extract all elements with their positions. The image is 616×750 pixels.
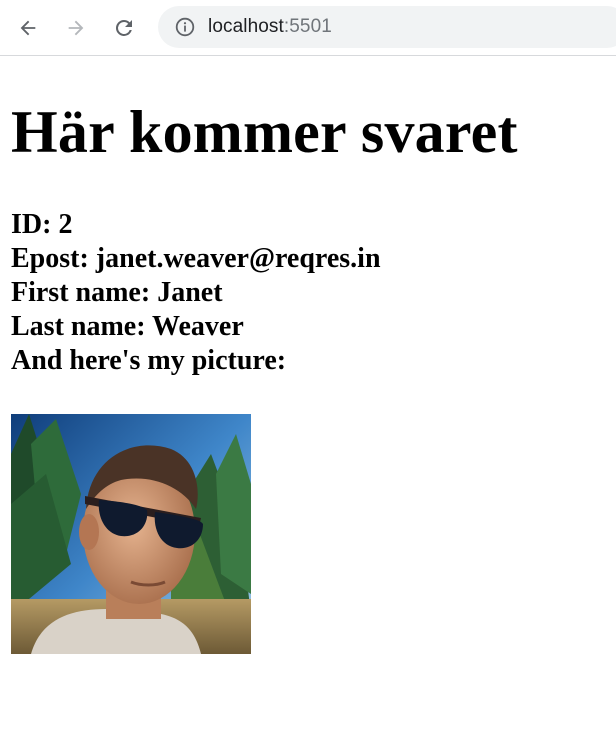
reload-icon [116,20,132,36]
email-value: janet.weaver@reqres.in [95,243,381,274]
last-name-row: Last name: Weaver [11,310,616,344]
reload-button[interactable] [106,10,142,46]
picture-caption: And here's my picture: [11,345,287,376]
url-host: localhost [208,16,284,37]
forward-button[interactable] [58,10,94,46]
url-port: :5501 [283,16,332,37]
info-icon[interactable] [174,16,196,38]
id-label: ID: [11,209,59,240]
page-title: Här kommer svaret [11,99,518,165]
first-name-label: First name: [11,277,158,308]
avatar [11,414,251,654]
first-name-row: First name: Janet [11,276,616,310]
email-label: Epost: [11,243,96,274]
last-name-value: Weaver [152,311,244,342]
user-details: ID: 2 Epost: janet.weaver@reqres.in Firs… [11,208,616,378]
back-button[interactable] [10,10,46,46]
id-value: 2 [58,209,73,240]
address-bar[interactable]: localhost:5501 [158,6,616,48]
last-name-label: Last name: [11,311,153,342]
id-row: ID: 2 [11,208,616,242]
browser-toolbar: localhost:5501 [0,0,616,56]
arrow-left-icon [20,20,36,36]
email-row: Epost: janet.weaver@reqres.in [11,242,616,276]
arrow-right-icon [68,20,84,36]
first-name-value: Janet [157,277,223,308]
url-text[interactable]: localhost:5501 [208,16,332,38]
page-content: Här kommer svaret ID: 2 Epost: janet.wea… [0,56,616,654]
